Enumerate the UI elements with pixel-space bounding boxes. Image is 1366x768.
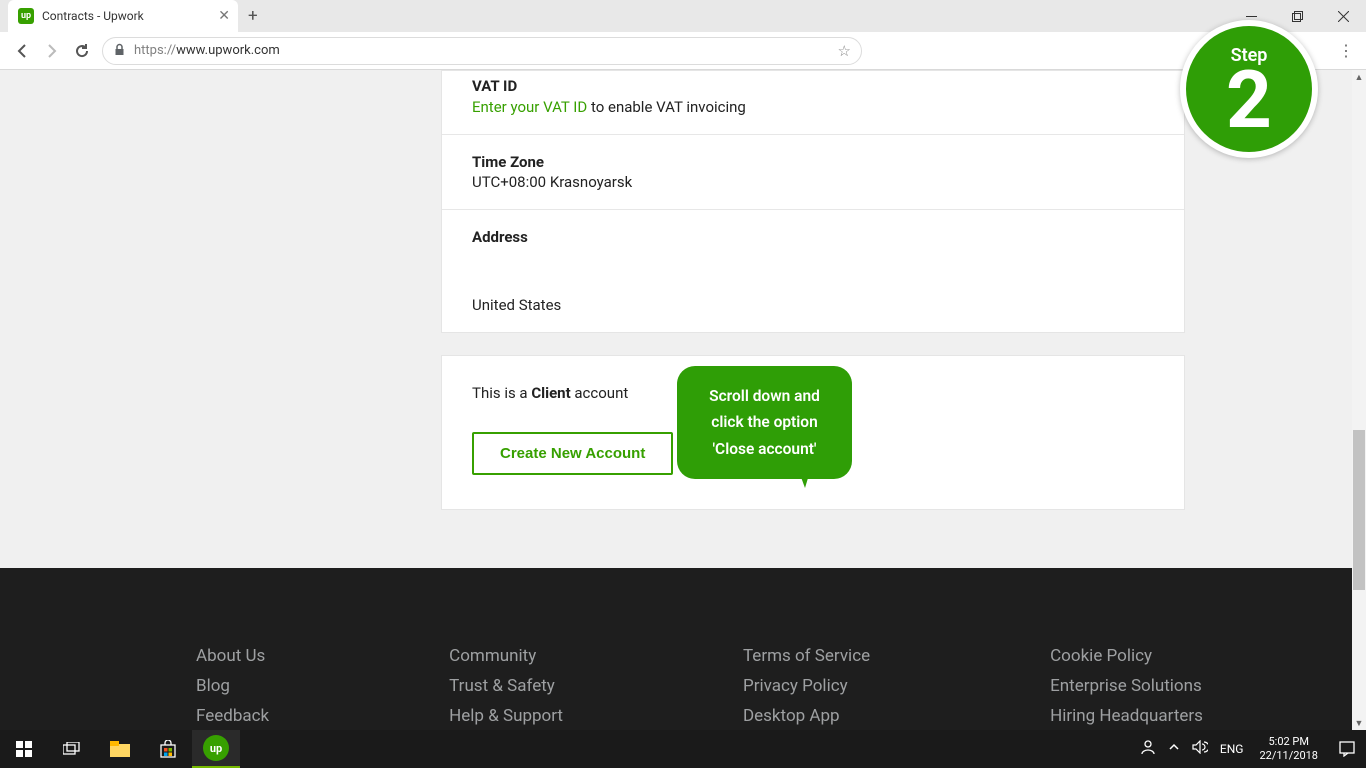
volume-icon[interactable] xyxy=(1186,740,1214,758)
reload-button[interactable] xyxy=(72,41,92,61)
start-button[interactable] xyxy=(0,730,48,768)
url-text: https://www.upwork.com xyxy=(134,43,280,58)
footer-column-1: About Us Blog Feedback xyxy=(196,646,269,730)
footer-column-3: Terms of Service Privacy Policy Desktop … xyxy=(743,646,870,730)
clock-date: 22/11/2018 xyxy=(1259,749,1318,763)
footer-link[interactable]: Trust & Safety xyxy=(449,676,563,696)
vat-line: Enter your VAT ID to enable VAT invoicin… xyxy=(472,97,1154,116)
scroll-down-icon[interactable]: ▼ xyxy=(1352,716,1366,730)
footer-link[interactable]: Community xyxy=(449,646,563,666)
clock-time: 5:02 PM xyxy=(1259,735,1318,749)
footer-link[interactable]: Privacy Policy xyxy=(743,676,870,696)
page-viewport: VAT ID Enter your VAT ID to enable VAT i… xyxy=(0,70,1366,730)
tab-close-icon[interactable]: ✕ xyxy=(218,8,230,24)
system-clock[interactable]: 5:02 PM 22/11/2018 xyxy=(1249,735,1328,764)
timezone-section: Time Zone UTC+08:00 Krasnoyarsk xyxy=(442,135,1184,210)
secure-lock-icon xyxy=(113,41,126,60)
footer-link[interactable]: Blog xyxy=(196,676,269,696)
new-tab-button[interactable]: + xyxy=(248,6,258,26)
scroll-thumb[interactable] xyxy=(1353,430,1365,590)
bookmark-star-icon[interactable]: ☆ xyxy=(838,42,851,60)
footer-link[interactable]: About Us xyxy=(196,646,269,666)
store-button[interactable] xyxy=(144,730,192,768)
scroll-up-icon[interactable]: ▲ xyxy=(1352,70,1366,84)
vat-link[interactable]: Enter your VAT ID xyxy=(472,98,587,116)
footer-link[interactable]: Hiring Headquarters xyxy=(1050,706,1203,726)
browser-tab[interactable]: up Contracts - Upwork ✕ xyxy=(8,0,238,32)
favicon-upwork: up xyxy=(18,8,34,24)
people-icon[interactable] xyxy=(1134,739,1162,759)
url-bar[interactable]: https://www.upwork.com ☆ xyxy=(102,37,862,65)
create-new-account-button[interactable]: Create New Account xyxy=(472,432,673,475)
browser-addressbar: https://www.upwork.com ☆ ⋮ xyxy=(0,32,1366,70)
footer-link[interactable]: Help & Support xyxy=(449,706,563,726)
browser-menu-icon[interactable]: ⋮ xyxy=(1338,41,1354,60)
address-label: Address xyxy=(472,228,1154,246)
instruction-tooltip: Scroll down and click the option 'Close … xyxy=(677,366,852,479)
language-indicator[interactable]: ENG xyxy=(1214,742,1250,756)
tab-title: Contracts - Upwork xyxy=(42,9,144,23)
step-badge: Step 2 xyxy=(1180,20,1318,158)
tray-chevron-icon[interactable] xyxy=(1162,741,1186,757)
browser-titlebar: up Contracts - Upwork ✕ + xyxy=(0,0,1366,32)
vat-section: VAT ID Enter your VAT ID to enable VAT i… xyxy=(442,71,1184,135)
tooltip-tail-icon xyxy=(792,456,832,496)
settings-panel: VAT ID Enter your VAT ID to enable VAT i… xyxy=(441,70,1185,333)
footer-link[interactable]: Cookie Policy xyxy=(1050,646,1203,666)
step-number: 2 xyxy=(1226,64,1272,136)
upwork-icon: up xyxy=(203,735,229,761)
footer-column-4: Cookie Policy Enterprise Solutions Hirin… xyxy=(1050,646,1203,730)
taskbar-app-upwork[interactable]: up xyxy=(192,730,240,768)
timezone-value: UTC+08:00 Krasnoyarsk xyxy=(472,173,1154,191)
footer-column-2: Community Trust & Safety Help & Support xyxy=(449,646,563,730)
footer-link[interactable]: Enterprise Solutions xyxy=(1050,676,1203,696)
address-section: Address United States xyxy=(442,210,1184,332)
forward-button[interactable] xyxy=(42,41,62,61)
address-country: United States xyxy=(472,296,1154,314)
window-close-button[interactable] xyxy=(1320,0,1366,32)
task-view-button[interactable] xyxy=(48,730,96,768)
footer-link[interactable]: Terms of Service xyxy=(743,646,870,666)
page-footer: About Us Blog Feedback Community Trust &… xyxy=(0,568,1352,730)
footer-link[interactable]: Feedback xyxy=(196,706,269,726)
timezone-label: Time Zone xyxy=(472,153,1154,171)
file-explorer-button[interactable] xyxy=(96,730,144,768)
scrollbar-vertical[interactable]: ▲ ▼ xyxy=(1352,70,1366,730)
back-button[interactable] xyxy=(12,41,32,61)
windows-taskbar: up ENG 5:02 PM 22/11/2018 xyxy=(0,730,1366,768)
action-center-icon[interactable] xyxy=(1328,730,1366,768)
footer-link[interactable]: Desktop App xyxy=(743,706,870,726)
vat-label: VAT ID xyxy=(472,77,1154,95)
